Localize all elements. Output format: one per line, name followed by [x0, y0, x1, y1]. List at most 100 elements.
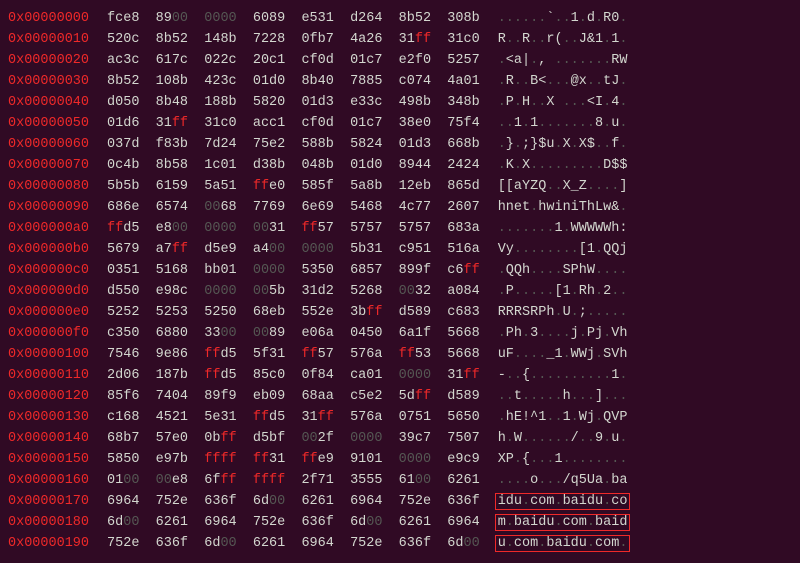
hexdump-row: 0x00000000 fce8 8900 0000 6089 e531 d264 … [8, 8, 792, 29]
hex-bytes: 520c 8b52 148b 7228 0fb7 4a26 31ff 31c0 [107, 29, 480, 50]
hex-bytes: 85f6 7404 89f9 eb09 68aa c5e2 5dff d589 [107, 386, 480, 407]
hex-bytes: 037d f83b 7d24 75e2 588b 5824 01d3 668b [107, 134, 480, 155]
ascii-repr: .QQh....SPhW.... [498, 260, 628, 281]
hex-bytes: 5850 e97b ffff ff31 ffe9 9101 0000 e9c9 [107, 449, 480, 470]
highlight-box: u.com.baidu.com. [495, 535, 631, 552]
offset-address: 0x00000060 [8, 134, 89, 155]
hexdump-row: 0x00000180 6d00 6261 6964 752e 636f 6d00 … [8, 512, 792, 533]
offset-address: 0x00000140 [8, 428, 89, 449]
hex-bytes: d050 8b48 188b 5820 01d3 e33c 498b 348b [107, 92, 480, 113]
offset-address: 0x000000b0 [8, 239, 89, 260]
hexdump-row: 0x00000080 5b5b 6159 5a51 ffe0 585f 5a8b … [8, 176, 792, 197]
offset-address: 0x00000120 [8, 386, 89, 407]
highlight-box: m.baidu.com.baid [495, 514, 631, 531]
hex-bytes: ffd5 e800 0000 0031 ff57 5757 5757 683a [107, 218, 480, 239]
hexdump-row: 0x000000e0 5252 5253 5250 68eb 552e 3bff … [8, 302, 792, 323]
hex-bytes: 5252 5253 5250 68eb 552e 3bff d589 c683 [107, 302, 480, 323]
offset-address: 0x00000170 [8, 491, 89, 512]
hex-bytes: 2d06 187b ffd5 85c0 0f84 ca01 0000 31ff [107, 365, 480, 386]
hex-bytes: 68b7 57e0 0bff d5bf 002f 0000 39c7 7507 [107, 428, 480, 449]
ascii-repr: .......1.WWWWWh: [498, 218, 628, 239]
hexdump-row: 0x00000020 ac3c 617c 022c 20c1 cf0d 01c7 … [8, 50, 792, 71]
ascii-repr: .}.;}$u.X.X$..f. [498, 134, 628, 155]
hexdump-row: 0x000000a0 ffd5 e800 0000 0031 ff57 5757 … [8, 218, 792, 239]
hexdump-row: 0x00000120 85f6 7404 89f9 eb09 68aa c5e2 … [8, 386, 792, 407]
ascii-repr: ....o.../q5Ua.ba [498, 470, 628, 491]
hexdump-row: 0x00000150 5850 e97b ffff ff31 ffe9 9101 … [8, 449, 792, 470]
hex-bytes: 5b5b 6159 5a51 ffe0 585f 5a8b 12eb 865d [107, 176, 480, 197]
offset-address: 0x00000180 [8, 512, 89, 533]
ascii-repr: uF...._1.WWj.SVh [498, 344, 628, 365]
offset-address: 0x00000020 [8, 50, 89, 71]
offset-address: 0x00000100 [8, 344, 89, 365]
offset-address: 0x00000050 [8, 113, 89, 134]
hex-bytes: 8b52 108b 423c 01d0 8b40 7885 c074 4a01 [107, 71, 480, 92]
offset-address: 0x00000110 [8, 365, 89, 386]
hexdump-row: 0x00000070 0c4b 8b58 1c01 d38b 048b 01d0 … [8, 155, 792, 176]
hex-bytes: 0351 5168 bb01 0000 5350 6857 899f c6ff [107, 260, 480, 281]
ascii-repr: .<a|., .......RW [498, 50, 628, 71]
offset-address: 0x00000190 [8, 533, 89, 554]
hexdump-row: 0x00000030 8b52 108b 423c 01d0 8b40 7885 … [8, 71, 792, 92]
offset-address: 0x000000f0 [8, 323, 89, 344]
offset-address: 0x00000000 [8, 8, 89, 29]
hexdump-row: 0x00000040 d050 8b48 188b 5820 01d3 e33c … [8, 92, 792, 113]
hex-bytes: 752e 636f 6d00 6261 6964 752e 636f 6d00 [107, 533, 480, 554]
hex-bytes: 5679 a7ff d5e9 a400 0000 5b31 c951 516a [107, 239, 480, 260]
ascii-repr: .P.H..X ...<I.4. [498, 92, 628, 113]
hex-bytes: 0100 00e8 6fff ffff 2f71 3555 6100 6261 [107, 470, 480, 491]
ascii-repr: hnet.hwiniThLw&. [498, 197, 628, 218]
hexdump-row: 0x00000060 037d f83b 7d24 75e2 588b 5824 … [8, 134, 792, 155]
hex-bytes: 6d00 6261 6964 752e 636f 6d00 6261 6964 [107, 512, 480, 533]
hex-bytes: d550 e98c 0000 005b 31d2 5268 0032 a084 [107, 281, 480, 302]
hexdump-row: 0x00000140 68b7 57e0 0bff d5bf 002f 0000 … [8, 428, 792, 449]
offset-address: 0x00000160 [8, 470, 89, 491]
ascii-repr: idu.com.baidu.co [498, 491, 631, 512]
hexdump-row: 0x000000b0 5679 a7ff d5e9 a400 0000 5b31 … [8, 239, 792, 260]
highlight-box: idu.com.baidu.co [495, 493, 631, 510]
ascii-repr: R..R..r(..J&1.1. [498, 29, 628, 50]
hex-bytes: c168 4521 5e31 ffd5 31ff 576a 0751 5650 [107, 407, 480, 428]
hexdump-view: 0x00000000 fce8 8900 0000 6089 e531 d264 … [8, 8, 792, 554]
offset-address: 0x00000150 [8, 449, 89, 470]
hex-bytes: ac3c 617c 022c 20c1 cf0d 01c7 e2f0 5257 [107, 50, 480, 71]
offset-address: 0x00000090 [8, 197, 89, 218]
ascii-repr: .hE!^1..1.Wj.QVP [498, 407, 628, 428]
hexdump-row: 0x00000130 c168 4521 5e31 ffd5 31ff 576a … [8, 407, 792, 428]
offset-address: 0x000000e0 [8, 302, 89, 323]
hex-bytes: 01d6 31ff 31c0 acc1 cf0d 01c7 38e0 75f4 [107, 113, 480, 134]
hexdump-row: 0x00000170 6964 752e 636f 6d00 6261 6964 … [8, 491, 792, 512]
hex-bytes: 686e 6574 0068 7769 6e69 5468 4c77 2607 [107, 197, 480, 218]
hex-bytes: 6964 752e 636f 6d00 6261 6964 752e 636f [107, 491, 480, 512]
ascii-repr: ..1.1.......8.u. [498, 113, 628, 134]
offset-address: 0x00000070 [8, 155, 89, 176]
offset-address: 0x000000a0 [8, 218, 89, 239]
hex-bytes: fce8 8900 0000 6089 e531 d264 8b52 308b [107, 8, 480, 29]
offset-address: 0x00000080 [8, 176, 89, 197]
hexdump-row: 0x00000050 01d6 31ff 31c0 acc1 cf0d 01c7 … [8, 113, 792, 134]
ascii-repr: .R..B<...@x..tJ. [498, 71, 628, 92]
ascii-repr: .Ph.3....j.Pj.Vh [498, 323, 628, 344]
hexdump-row: 0x00000190 752e 636f 6d00 6261 6964 752e … [8, 533, 792, 554]
ascii-repr: u.com.baidu.com. [498, 533, 631, 554]
ascii-repr: ......`..1.d.R0. [498, 8, 628, 29]
hex-bytes: 0c4b 8b58 1c01 d38b 048b 01d0 8944 2424 [107, 155, 480, 176]
hexdump-row: 0x000000f0 c350 6880 3300 0089 e06a 0450 … [8, 323, 792, 344]
offset-address: 0x000000c0 [8, 260, 89, 281]
ascii-repr: Vy........[1.QQj [498, 239, 628, 260]
hex-bytes: 7546 9e86 ffd5 5f31 ff57 576a ff53 5668 [107, 344, 480, 365]
hex-bytes: c350 6880 3300 0089 e06a 0450 6a1f 5668 [107, 323, 480, 344]
offset-address: 0x00000010 [8, 29, 89, 50]
ascii-repr: m.baidu.com.baid [498, 512, 631, 533]
hexdump-row: 0x00000010 520c 8b52 148b 7228 0fb7 4a26 … [8, 29, 792, 50]
ascii-repr: [[aYZQ..X_Z....] [498, 176, 628, 197]
offset-address: 0x00000030 [8, 71, 89, 92]
offset-address: 0x00000040 [8, 92, 89, 113]
offset-address: 0x00000130 [8, 407, 89, 428]
ascii-repr: ..t.....h...]... [498, 386, 628, 407]
ascii-repr: h.W....../..9.u. [498, 428, 628, 449]
ascii-repr: .P.....[1.Rh.2.. [498, 281, 628, 302]
hexdump-row: 0x00000110 2d06 187b ffd5 85c0 0f84 ca01 … [8, 365, 792, 386]
hexdump-row: 0x00000100 7546 9e86 ffd5 5f31 ff57 576a … [8, 344, 792, 365]
ascii-repr: RRRSRPh.U.;..... [498, 302, 628, 323]
